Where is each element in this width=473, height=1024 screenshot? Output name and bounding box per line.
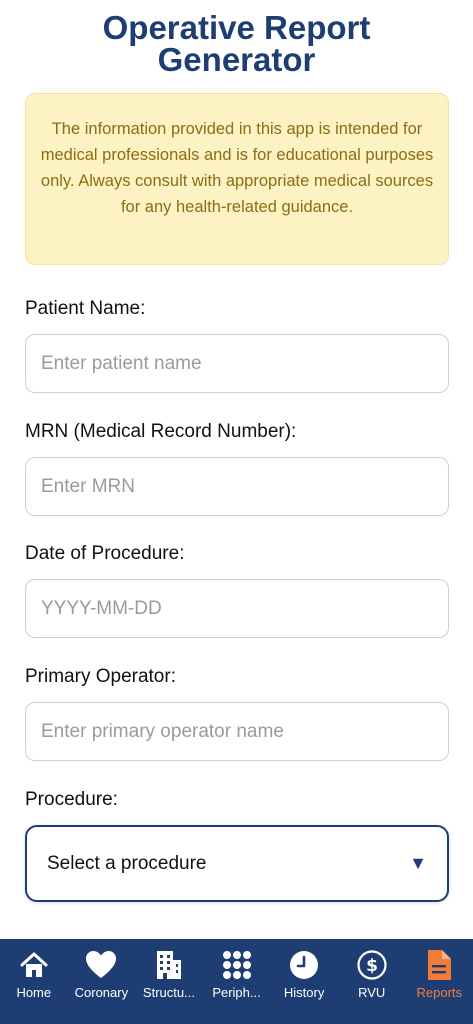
tab-reports[interactable]: Reports <box>405 939 473 1024</box>
document-icon <box>426 949 452 981</box>
procedure-selected-value: Select a procedure <box>47 852 207 874</box>
title-line-2: Generator <box>157 41 316 78</box>
tab-structural[interactable]: Structu... <box>135 939 203 1024</box>
tab-peripheral-label: Periph... <box>212 985 261 1000</box>
patient-name-field[interactable] <box>25 334 449 393</box>
tab-home[interactable]: Home <box>0 939 68 1024</box>
tab-rvu[interactable]: $ RVU <box>338 939 406 1024</box>
heart-icon <box>85 949 117 981</box>
tab-structural-label: Structu... <box>142 985 195 1000</box>
patient-name-label: Patient Name: <box>25 298 146 319</box>
operator-input[interactable] <box>41 720 433 743</box>
mrn-label: MRN (Medical Record Number): <box>25 421 297 442</box>
patient-name-input[interactable] <box>41 352 433 375</box>
mrn-field[interactable] <box>25 457 449 516</box>
dollar-icon: $ <box>357 949 387 981</box>
disclaimer-banner: The information provided in this app is … <box>25 93 449 265</box>
procedure-select[interactable]: Select a procedure ▼ <box>25 825 449 902</box>
tab-reports-label: Reports <box>416 985 463 1000</box>
date-label: Date of Procedure: <box>25 543 185 564</box>
procedure-label: Procedure: <box>25 789 118 810</box>
operator-label: Primary Operator: <box>25 666 176 687</box>
date-input[interactable] <box>41 597 433 620</box>
operator-field[interactable] <box>25 702 449 761</box>
title-line-1: Operative Report <box>102 9 371 46</box>
building-icon <box>156 949 182 981</box>
mrn-input[interactable] <box>41 475 433 498</box>
screen: Operative Report Generator The informati… <box>0 0 473 1024</box>
home-icon <box>19 949 49 981</box>
date-field[interactable] <box>25 579 449 638</box>
svg-text:$: $ <box>366 956 378 976</box>
caret-down-icon: ▼ <box>409 853 427 873</box>
page-title: Operative Report Generator <box>0 9 473 78</box>
tab-peripheral[interactable]: Periph... <box>203 939 271 1024</box>
tab-history[interactable]: History <box>270 939 338 1024</box>
tab-home-label: Home <box>16 985 52 1000</box>
tab-rvu-label: RVU <box>358 985 386 1000</box>
tab-coronary[interactable]: Coronary <box>68 939 136 1024</box>
tab-history-label: History <box>283 985 325 1000</box>
clock-icon <box>289 949 319 981</box>
bottom-tab-bar: Home Coronary Structu... Periph... Histo… <box>0 939 473 1024</box>
tab-coronary-label: Coronary <box>74 985 129 1000</box>
grid-dots-icon <box>222 949 252 981</box>
